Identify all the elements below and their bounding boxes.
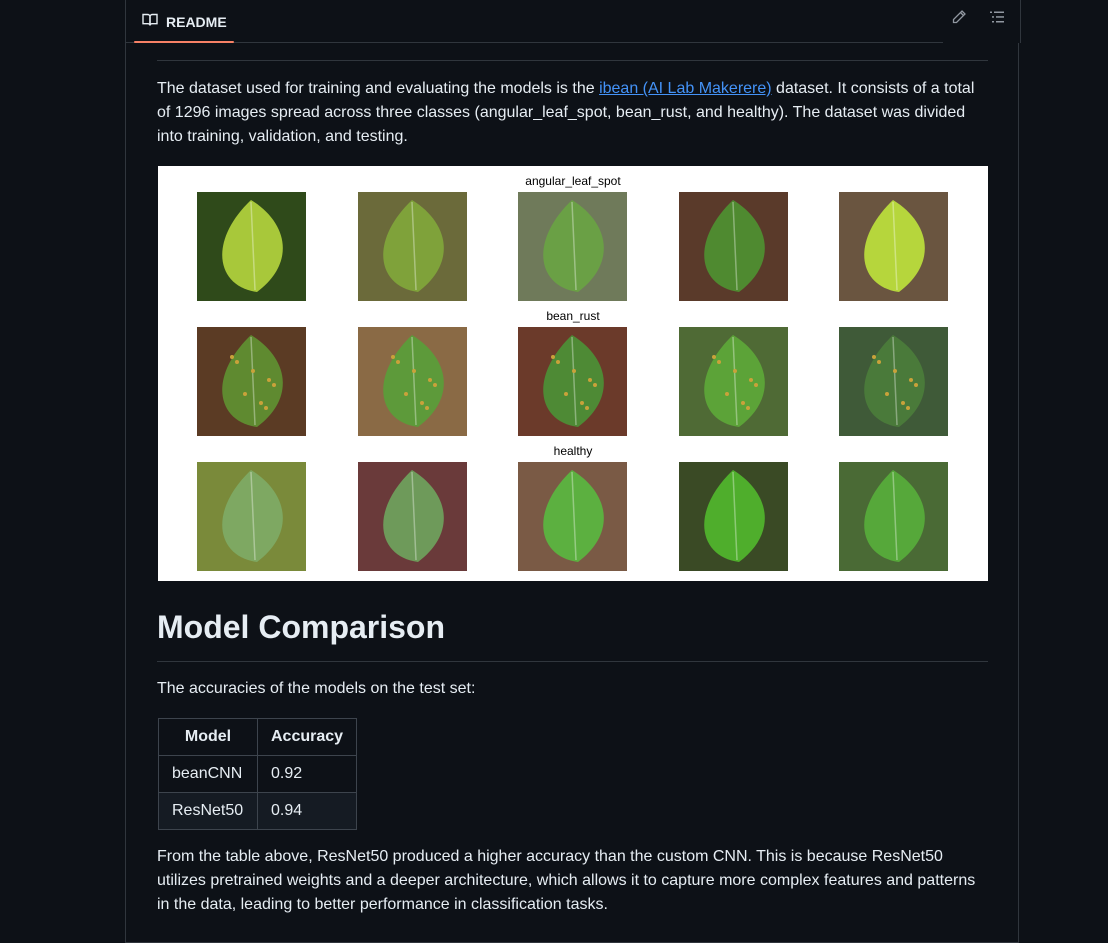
leaf-sample-image — [679, 462, 788, 571]
dataset-description: The dataset used for training and evalua… — [157, 77, 988, 149]
leaf-sample-image — [197, 327, 306, 436]
leaf-sample-image — [518, 192, 627, 301]
edit-file-button[interactable] — [950, 9, 968, 30]
table-header-row: Model Accuracy — [158, 718, 358, 756]
readme-tabbar: README — [125, 0, 1021, 43]
leaf-sample-image — [358, 462, 467, 571]
table-cell-accuracy: 0.92 — [256, 755, 358, 793]
list-icon — [989, 9, 1005, 30]
dataset-sample-figure: angular_leaf_spot bean_rust healthy — [158, 166, 988, 581]
model-accuracy-table: Model Accuracy beanCNN 0.92 ResNet50 0.9… — [158, 718, 358, 830]
page-heading-model-comparison: Model Comparison — [157, 609, 446, 645]
leaf-sample-image — [839, 462, 948, 571]
table-cell-accuracy: 0.94 — [256, 792, 358, 830]
tab-readme[interactable]: README — [134, 0, 234, 43]
conclusion-text: From the table above, ResNet50 produced … — [157, 848, 976, 913]
leaf-sample-image — [197, 192, 306, 301]
ibean-dataset-link[interactable]: ibean (AI Lab Makerere) — [599, 80, 772, 97]
heading-divider — [157, 661, 988, 662]
accuracy-intro-text: The accuracies of the models on the test… — [157, 680, 476, 697]
leaf-sample-image — [197, 462, 306, 571]
table-row: beanCNN 0.92 — [158, 755, 358, 793]
leaf-sample-image — [518, 327, 627, 436]
tab-readme-label: README — [166, 13, 227, 30]
section-divider — [157, 60, 988, 61]
leaf-sample-image — [839, 192, 948, 301]
table-header-accuracy: Accuracy — [256, 718, 358, 756]
leaf-sample-image — [679, 192, 788, 301]
row-title-bean-rust: bean_rust — [546, 309, 600, 323]
intro-text-before: The dataset used for training and evalua… — [157, 80, 600, 97]
book-icon — [142, 12, 158, 31]
table-header-model: Model — [158, 718, 258, 756]
row-title-healthy: healthy — [553, 444, 593, 458]
leaf-sample-image — [358, 327, 467, 436]
row-title-angular-leaf-spot: angular_leaf_spot — [525, 174, 621, 188]
pencil-icon — [951, 9, 967, 30]
table-cell-model: beanCNN — [158, 755, 258, 793]
leaf-sample-image — [518, 462, 627, 571]
leaf-sample-image — [839, 327, 948, 436]
table-row: ResNet50 0.94 — [158, 792, 358, 830]
leaf-sample-image — [679, 327, 788, 436]
leaf-sample-image — [358, 192, 467, 301]
table-cell-model: ResNet50 — [158, 792, 258, 830]
outline-button[interactable] — [988, 10, 1006, 28]
